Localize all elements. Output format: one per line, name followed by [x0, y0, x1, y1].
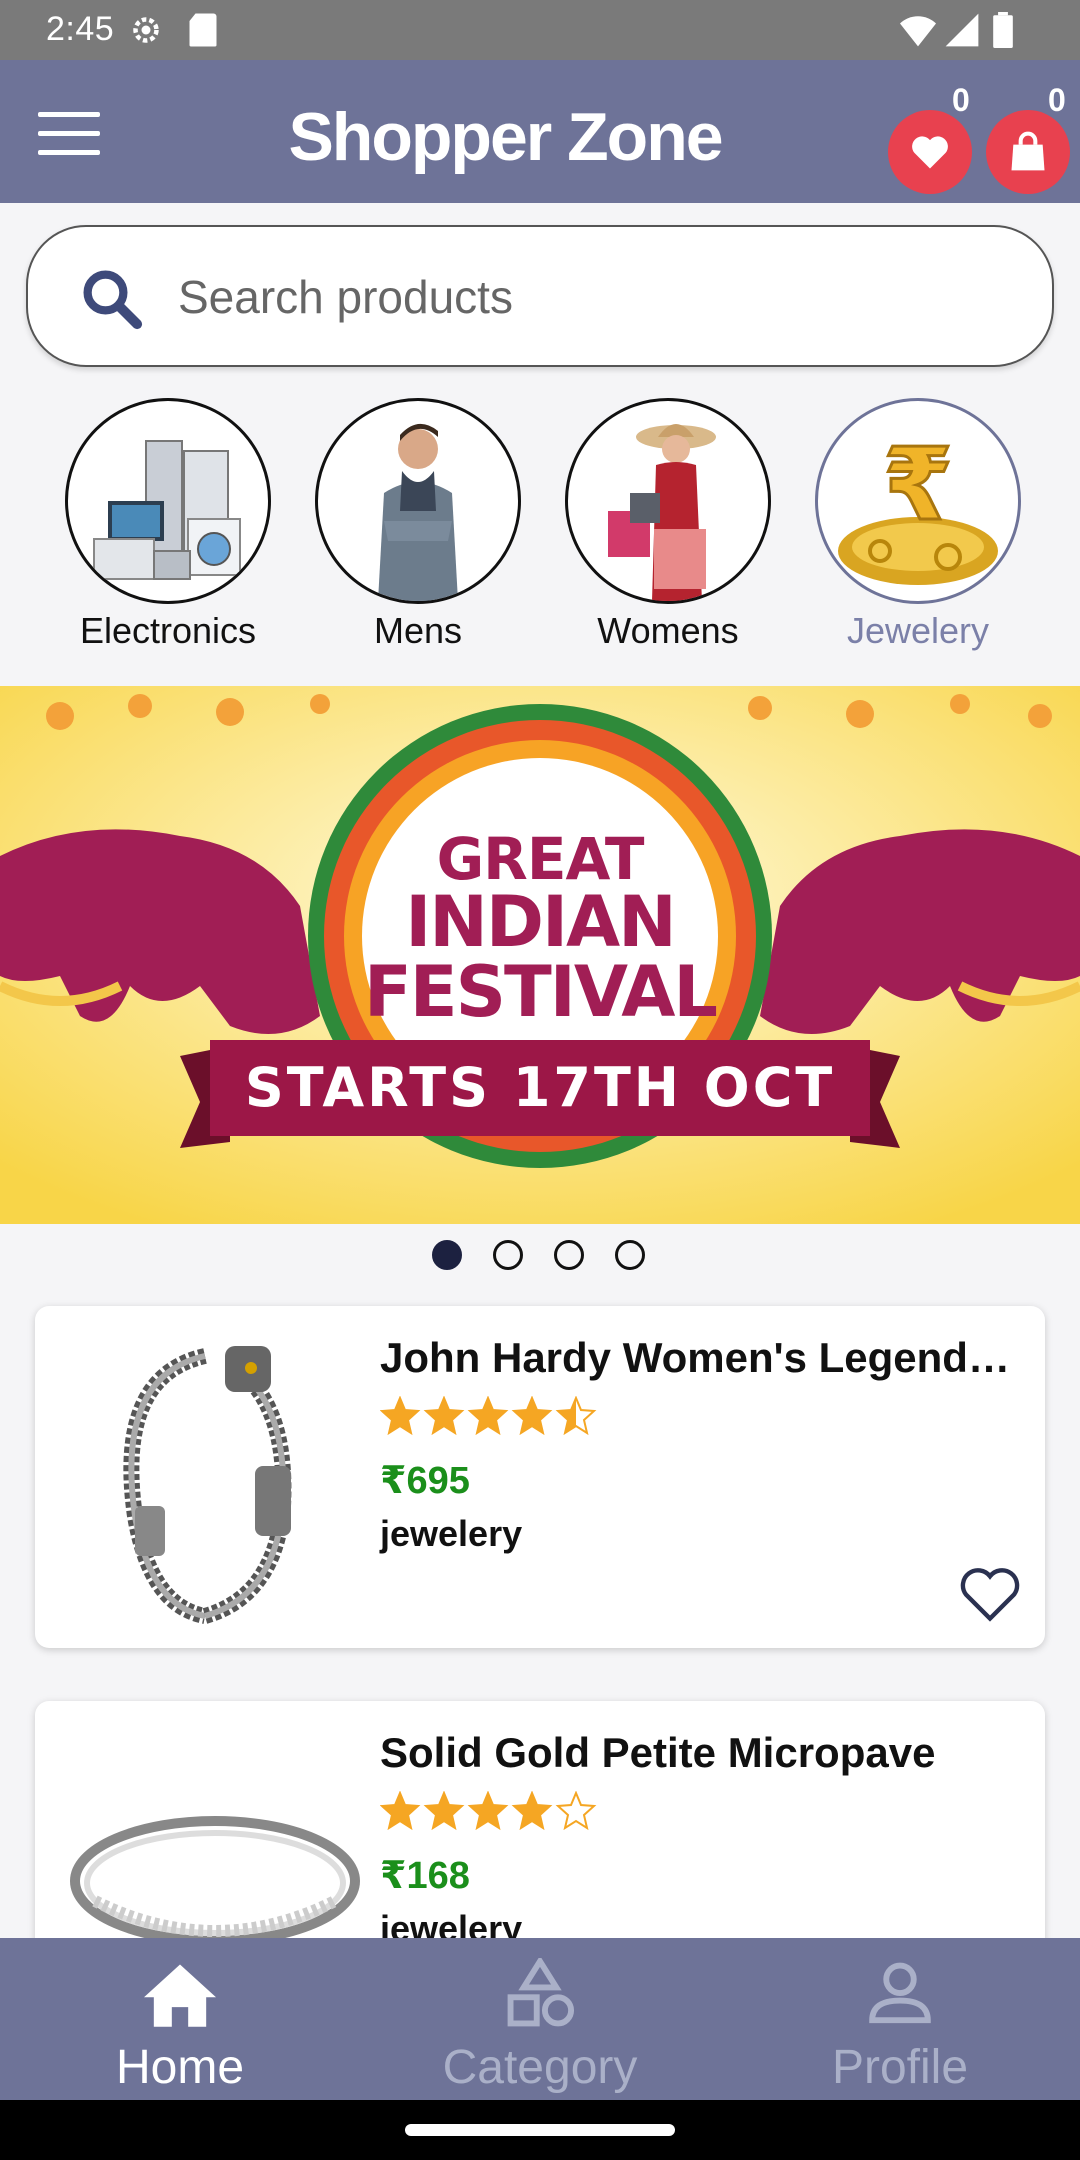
category-label: Womens — [597, 610, 739, 651]
product-price: ₹168 — [380, 1855, 470, 1897]
star-icon — [511, 1790, 553, 1831]
man-image — [315, 398, 521, 604]
gold-rupee-image: ₹ — [815, 398, 1021, 604]
svg-text:₹: ₹ — [883, 426, 953, 543]
product-rating — [379, 1395, 600, 1436]
star-icon — [467, 1395, 509, 1436]
cart-count-badge: 0 — [1048, 82, 1066, 118]
category-mens[interactable]: Mens — [315, 398, 521, 652]
signal-icon — [945, 13, 979, 47]
woman-image — [565, 398, 771, 604]
star-icon — [423, 1790, 465, 1831]
nav-home[interactable]: Home — [0, 1938, 360, 2100]
search-input[interactable] — [178, 257, 998, 337]
settings-gear-icon — [133, 17, 159, 43]
heart-outline-icon[interactable] — [957, 1564, 1023, 1624]
nav-category[interactable]: Category — [360, 1938, 720, 2100]
profile-icon — [869, 1962, 931, 2024]
category-electronics[interactable]: Electronics — [65, 398, 271, 652]
status-bar: 2:45 — [0, 0, 1080, 60]
system-navigation-bar — [0, 2100, 1080, 2160]
star-empty-icon — [555, 1790, 597, 1831]
wifi-icon — [900, 16, 936, 47]
carousel-dot[interactable] — [554, 1240, 584, 1270]
carousel-dot[interactable] — [615, 1240, 645, 1270]
app-bar: Shopper Zone 0 0 — [0, 60, 1080, 203]
product-card[interactable]: John Hardy Women's Legends Naga ₹695 jew… — [35, 1306, 1045, 1648]
product-name: John Hardy Women's Legends Naga — [380, 1334, 1020, 1381]
nav-label: Home — [115, 2041, 245, 2094]
carousel-indicator — [0, 1240, 1080, 1272]
nav-label: Category — [442, 2041, 638, 2094]
bracelet-image — [55, 1316, 375, 1638]
sd-card-icon — [189, 13, 217, 47]
nav-label: Profile — [831, 2041, 969, 2094]
carousel-dot[interactable] — [432, 1240, 462, 1270]
heart-icon — [912, 136, 948, 169]
category-label: Electronics — [79, 610, 257, 651]
nav-profile[interactable]: Profile — [720, 1938, 1080, 2100]
shopping-bag-icon — [1011, 131, 1045, 171]
star-icon — [423, 1395, 465, 1436]
category-womens[interactable]: Womens — [565, 398, 771, 652]
star-icon — [511, 1395, 553, 1436]
star-icon — [467, 1790, 509, 1831]
battery-icon — [993, 12, 1013, 48]
banner-title-line3: FESTIVAL — [363, 951, 718, 1033]
category-label: Mens — [373, 610, 463, 651]
star-icon — [379, 1790, 421, 1831]
carousel-dot[interactable] — [493, 1240, 523, 1270]
home-icon — [144, 1964, 216, 2027]
appliances-image — [65, 398, 271, 604]
search-icon — [83, 270, 143, 330]
promo-banner[interactable]: GREAT INDIAN FESTIVAL STARTS 17TH OCT — [0, 686, 1080, 1224]
banner-title-line1: GREAT — [436, 825, 645, 893]
banner-title-line2: INDIAN — [405, 881, 677, 963]
star-icon — [379, 1395, 421, 1436]
status-time: 2:45 — [46, 10, 115, 48]
bottom-navigation: Home Category Profile — [0, 1938, 1080, 2100]
product-rating — [379, 1790, 600, 1831]
cart-button[interactable] — [986, 110, 1070, 194]
wishlist-button[interactable] — [888, 110, 972, 194]
search-bar[interactable] — [26, 225, 1054, 367]
gesture-handle[interactable] — [405, 2124, 675, 2136]
category-icon — [507, 1958, 575, 2027]
product-price: ₹695 — [380, 1460, 470, 1502]
app-title: Shopper Zone — [288, 99, 723, 175]
product-category: jewelery — [380, 1513, 523, 1554]
category-jewelery[interactable]: ₹ Jewelery — [815, 398, 1021, 652]
wishlist-count-badge: 0 — [952, 82, 970, 118]
star-half-icon — [555, 1395, 597, 1436]
product-name: Solid Gold Petite Micropave — [380, 1729, 936, 1776]
banner-ribbon-text: STARTS 17TH OCT — [244, 1056, 836, 1119]
category-label: Jewelery — [846, 610, 990, 651]
